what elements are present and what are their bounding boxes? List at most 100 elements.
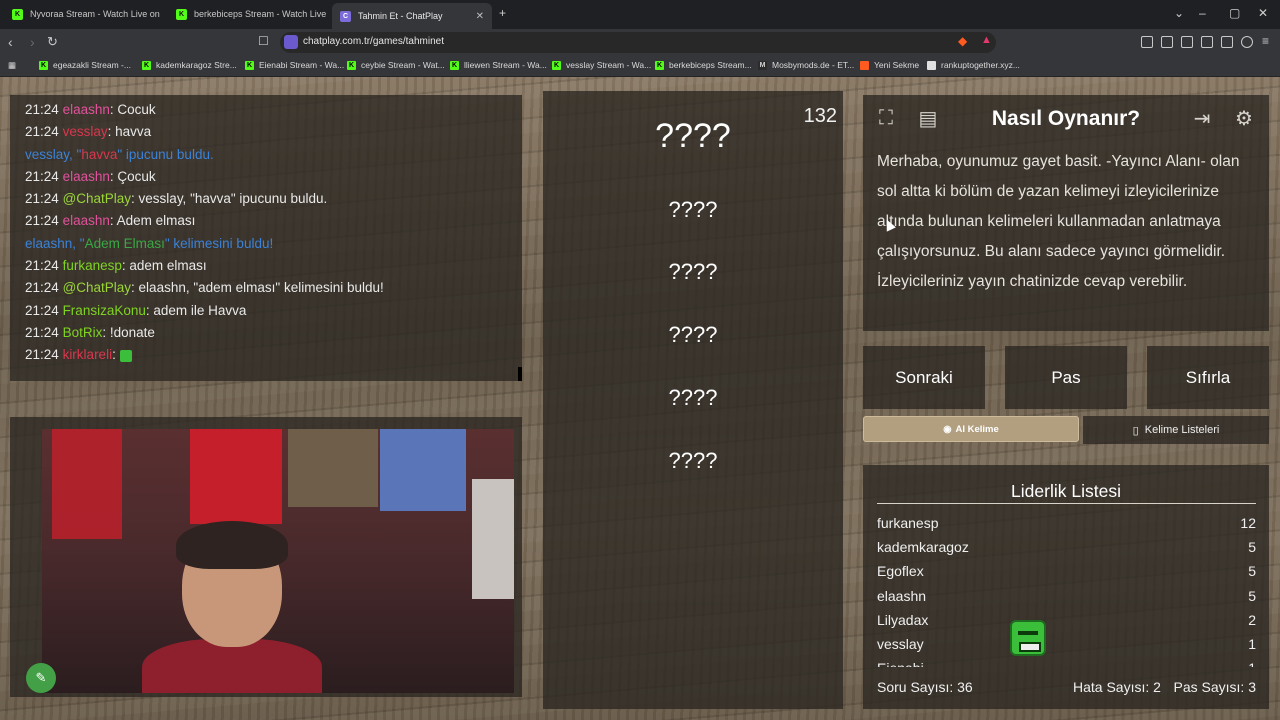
- chat-message: 21:24 elaashn: Adem elması: [25, 210, 507, 232]
- leaderboard-row: furkanesp 12: [877, 511, 1256, 535]
- chat-username[interactable]: FransizaKonu: [63, 303, 146, 318]
- error-count: Hata Sayısı: 2: [1073, 679, 1161, 695]
- bookmark-icon[interactable]: ☐: [258, 34, 269, 48]
- browser-tab-active[interactable]: C Tahmin Et - ChatPlay ✕: [332, 3, 492, 29]
- exit-icon[interactable]: ⇥: [1187, 103, 1217, 133]
- forbidden-word: ????: [668, 385, 718, 410]
- chat-time: 21:24: [25, 324, 59, 340]
- chat-username[interactable]: elaashn: [63, 102, 110, 117]
- chat-username[interactable]: vesslay: [63, 124, 108, 139]
- chat-username[interactable]: kirklareli: [63, 347, 113, 362]
- chat-message: 21:24 vesslay: havva: [25, 121, 507, 143]
- chat-time: 21:24: [25, 258, 59, 274]
- chat-time: 21:24: [25, 191, 59, 207]
- portrait-poster: [288, 429, 378, 507]
- emote-icon: [119, 349, 132, 362]
- game-page: 21:24 elaashn: Cocuk 21:24 vesslay: havv…: [0, 77, 1280, 720]
- pass-button[interactable]: Pas: [1005, 346, 1127, 409]
- bookmark-item[interactable]: Klliewen Stream - Wa...: [450, 60, 547, 70]
- wallet-icon[interactable]: [1201, 36, 1213, 48]
- vpn-icon[interactable]: [1241, 36, 1253, 48]
- chat-time: 21:24: [25, 168, 59, 184]
- chat-username[interactable]: @ChatPlay: [63, 191, 131, 206]
- chat-text: : Çocuk: [109, 168, 156, 184]
- browser-tab[interactable]: K Nyvoraa Stream - Watch Live on: [4, 3, 164, 25]
- chat-system-message: vesslay, "havva" ipucunu buldu.: [25, 144, 507, 166]
- page-icon: [927, 60, 936, 70]
- forward-icon[interactable]: ›: [30, 34, 35, 50]
- chat-text: : Adem elması: [109, 213, 196, 229]
- gear-icon[interactable]: ⚙: [1229, 103, 1259, 133]
- leaderboard-list[interactable]: furkanesp 12 kademkaragoz 5 Egoflex 5 elaas…: [877, 511, 1256, 667]
- extensions-icon[interactable]: [1141, 36, 1153, 48]
- chat-message: 21:24 BotRix: !donate: [25, 322, 507, 344]
- bookmark-item[interactable]: rankuptogether.xyz...: [927, 60, 1020, 70]
- chat-username[interactable]: elaashn: [63, 169, 110, 184]
- maximize-icon[interactable]: ▢: [1229, 6, 1240, 20]
- leaderboard-row: elaashn 5: [877, 584, 1256, 608]
- download-icon[interactable]: [1221, 36, 1233, 48]
- muted-speaker-icon: K: [176, 8, 187, 20]
- brave-icon: [860, 60, 869, 70]
- chat-username[interactable]: BotRix: [63, 325, 103, 340]
- player-name: Eienabi: [877, 656, 924, 667]
- ai-word-button[interactable]: ◉ AI Kelime: [863, 416, 1079, 442]
- poster-blue: [380, 429, 466, 511]
- bookmark-item[interactable]: K Eienabi Stream - Wa...: [245, 60, 344, 70]
- player-score: 5: [1248, 563, 1256, 580]
- close-icon[interactable]: ✕: [476, 11, 484, 22]
- new-tab-icon[interactable]: +: [499, 6, 506, 20]
- document-icon: ▯: [1132, 424, 1139, 437]
- chat-message: 21:24 kirklareli:: [25, 344, 507, 366]
- apps-icon[interactable]: ▦: [8, 60, 16, 71]
- address-bar[interactable]: chatplay.com.tr/games/tahminet: [280, 32, 996, 53]
- chat-time: 21:24: [25, 280, 59, 296]
- chat-message: 21:24 @ChatPlay: vesslay, "havva" ipucun…: [25, 188, 507, 210]
- site-info-icon[interactable]: [284, 35, 298, 49]
- bookmark-label: egeazakli Stream -...: [53, 60, 131, 70]
- bookmark-item[interactable]: M Mosbymods.de - ET...: [758, 60, 854, 70]
- reset-button[interactable]: Sıfırla: [1147, 346, 1269, 409]
- ai-word-label: AI Kelime: [955, 423, 999, 435]
- word-lists-button[interactable]: ▯ Kelime Listeleri: [1083, 416, 1269, 444]
- tab-search-icon[interactable]: ⌄: [1174, 6, 1184, 20]
- menu-icon[interactable]: ≡: [1262, 34, 1269, 48]
- pen-icon[interactable]: ✎: [26, 663, 56, 693]
- chat-text: : havva: [107, 124, 152, 140]
- browser-tab[interactable]: K berkebiceps Stream - Watch Live: [168, 3, 328, 25]
- media-icon[interactable]: [1161, 36, 1173, 48]
- kick-icon: K: [450, 60, 459, 70]
- kick-icon: K: [245, 60, 254, 70]
- sidebar-icon[interactable]: [1181, 36, 1193, 48]
- divider: [877, 503, 1256, 504]
- chat-username[interactable]: @ChatPlay: [63, 280, 131, 295]
- minimize-icon[interactable]: –: [1199, 6, 1206, 20]
- bookmark-item[interactable]: Kvesslay Stream - Wa...: [552, 60, 651, 70]
- close-window-icon[interactable]: ✕: [1258, 6, 1268, 20]
- leaderboard-row: Egoflex 5: [877, 559, 1256, 583]
- chat-scrollbar[interactable]: [518, 367, 522, 381]
- chat-time: 21:24: [25, 347, 59, 363]
- player-score: 12: [1240, 515, 1256, 531]
- forbidden-word: ????: [668, 322, 718, 347]
- bookmark-item[interactable]: Kkademkaragoz Stre...: [142, 60, 237, 70]
- chat-username[interactable]: elaashn: [63, 213, 110, 228]
- rewards-icon[interactable]: ▲: [981, 34, 992, 46]
- back-icon[interactable]: ‹: [8, 34, 13, 50]
- next-button[interactable]: Sonraki: [863, 346, 985, 409]
- bookmark-label: ceybie Stream - Wat...: [361, 60, 445, 70]
- bookmark-item[interactable]: Yeni Sekme: [860, 60, 919, 70]
- chat-text: : elaashn, "adem elması" kelimesini buld…: [131, 280, 384, 296]
- bookmark-item[interactable]: Kberkebiceps Stream...: [655, 60, 752, 70]
- bookmark-item[interactable]: Kceybie Stream - Wat...: [347, 60, 445, 70]
- tab-title: Nyvoraa Stream - Watch Live on: [30, 9, 160, 19]
- bookmark-item[interactable]: Kegeazakli Stream -...: [39, 60, 131, 70]
- chat-text: : !donate: [102, 324, 155, 340]
- chat-username[interactable]: furkanesp: [63, 258, 122, 273]
- pass-count: Pas Sayısı: 3: [1173, 679, 1256, 695]
- reload-icon[interactable]: ↻: [47, 34, 58, 50]
- chat-time: 21:24: [25, 213, 59, 229]
- streamer-figure: [142, 521, 322, 693]
- brave-shield-icon[interactable]: ◆: [958, 34, 967, 48]
- chat-text: : adem ile Havva: [145, 302, 247, 318]
